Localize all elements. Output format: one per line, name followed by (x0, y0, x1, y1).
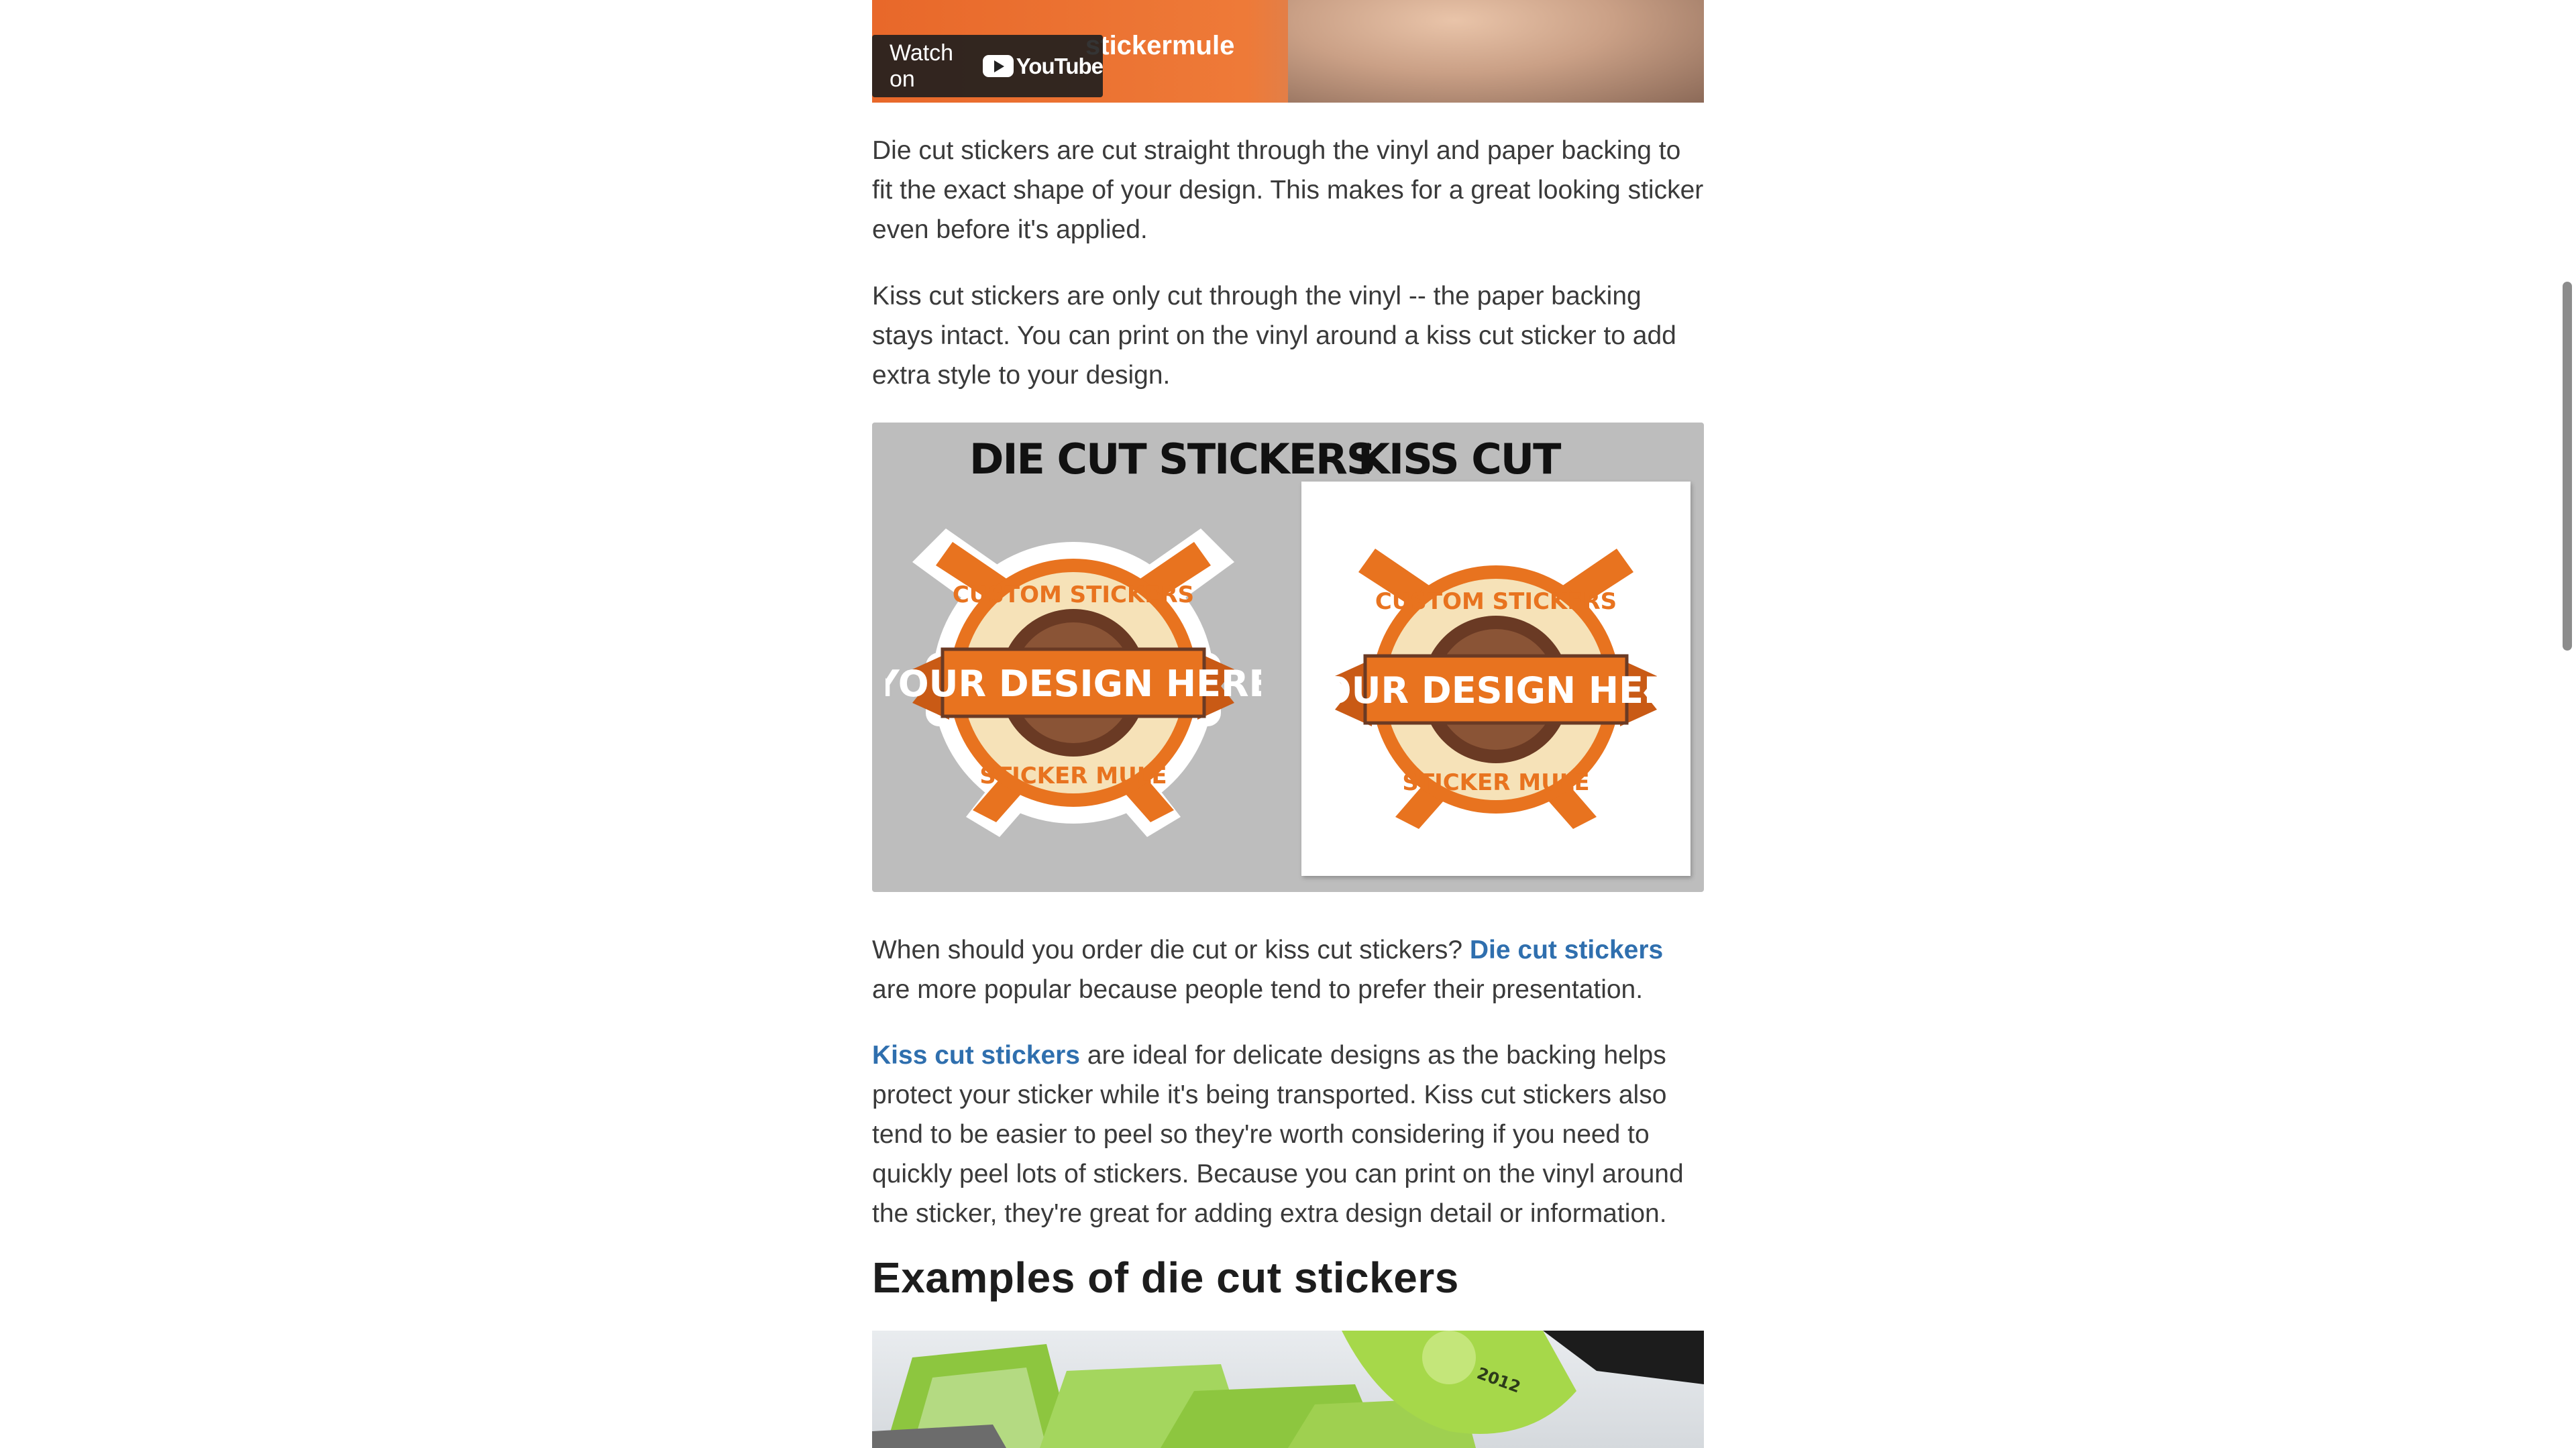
paragraph-die-cut-definition: Die cut stickers are cut straight throug… (872, 136, 1704, 244)
paragraph-when-to-order: When should you order die cut or kiss cu… (872, 930, 1704, 1009)
stickermule-logo: stickermule (1085, 31, 1235, 60)
die-cut-bottom-text: STICKER MULE (979, 763, 1167, 789)
die-cut-stickers-link[interactable]: Die cut stickers (1470, 936, 1663, 964)
kiss-cut-stickers-link[interactable]: Kiss cut stickers (872, 1041, 1080, 1070)
youtube-wordmark: YouTube (1016, 53, 1104, 78)
p3-text-before: When should you order die cut or kiss cu… (872, 936, 1470, 964)
die-cut-top-text: CUSTOM STICKERS (953, 581, 1194, 608)
paragraph-kiss-cut-definition: Kiss cut stickers are only cut through t… (872, 282, 1676, 390)
p3-text-after: are more popular because people tend to … (872, 975, 1644, 1004)
kiss-cut-top-text: CUSTOM STICKERS (1375, 588, 1617, 615)
watch-on-label: Watch on (890, 40, 954, 92)
die-cut-sticker-badge: YOUR DESIGN HERE CUSTOM STICKERS STICKER… (885, 528, 1261, 837)
die-cut-examples-image: 2012 (872, 1331, 1704, 1448)
green-stickers-photo: 2012 (872, 1331, 1704, 1448)
youtube-play-icon (982, 55, 1014, 77)
kiss-cut-sticker-badge: YOUR DESIGN HERE CUSTOM STICKERS STICKER… (1308, 549, 1684, 829)
examples-heading: Examples of die cut stickers (872, 1254, 1459, 1302)
vertical-scrollbar-thumb[interactable] (2563, 282, 2572, 651)
die-cut-ribbon-text: YOUR DESIGN HERE (885, 663, 1261, 705)
die-cut-vs-kiss-cut-image: DIE CUT STICKERS KISS CUT STICKERS (872, 423, 1704, 892)
watch-on-youtube-button[interactable]: Watch on YouTube (872, 35, 1104, 97)
youtube-video-embed[interactable]: stickermule Watch on YouTube (872, 0, 1704, 103)
kiss-cut-bottom-text: STICKER MULE (1402, 769, 1589, 796)
youtube-logo: YouTube (982, 53, 1104, 79)
paragraph-kiss-cut-benefits: Kiss cut stickers are ideal for delicate… (872, 1036, 1704, 1233)
die-cut-title: DIE CUT STICKERS (969, 435, 1376, 484)
video-thumbnail-hand (1288, 0, 1704, 103)
kiss-cut-ribbon-text: YOUR DESIGN HERE (1308, 669, 1684, 712)
